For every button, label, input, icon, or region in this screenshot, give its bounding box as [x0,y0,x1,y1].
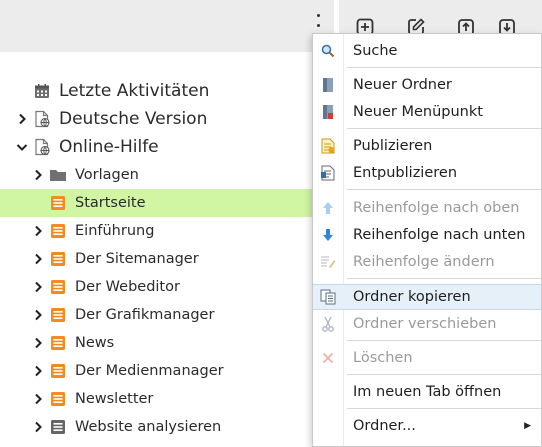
tree-item-der-sitemanager[interactable]: Der Sitemanager [0,245,334,273]
page-icon [49,362,67,380]
menu-item-label: Reihenfolge nach oben [353,200,520,216]
menu-item-reihenfolge-aendern[interactable]: Reihenfolge ändern [313,249,541,275]
tree-item-label: Website analysieren [75,419,222,435]
tree-item-label: News [75,335,115,351]
tree-item-label: Der Sitemanager [75,251,199,267]
menu-item-label: Ordner verschieben [353,316,497,332]
tree-item-label: Startseite [75,195,146,211]
menu-item-label: Reihenfolge ändern [353,254,495,270]
menu-item-suche[interactable]: Suche [313,38,541,64]
menu-item-label: Neuer Menüpunkt [353,104,483,120]
chevron-right-icon[interactable] [31,420,45,434]
chevron-down-icon[interactable] [15,140,29,154]
tree-item-einfuehrung[interactable]: Einführung [0,217,334,245]
menu-item-label: Reihenfolge nach unten [353,227,526,243]
chevron-right-icon[interactable] [31,252,45,266]
tree-item-der-grafikmanager[interactable]: Der Grafikmanager [0,301,334,329]
menu-item-label: Publizieren [353,138,433,154]
folder-icon [49,166,67,184]
tree-item-news[interactable]: News [0,329,334,357]
menu-item-reihenfolge-nach-unten[interactable]: Reihenfolge nach unten [313,222,541,248]
menu-item-label: Entpublizieren [353,165,458,181]
web-page-icon [33,138,51,156]
chevron-right-icon[interactable] [31,364,45,378]
new-menu-item-icon [320,104,336,120]
chevron-right-icon[interactable] [31,336,45,350]
menu-item-loeschen[interactable]: Löschen [313,345,541,371]
tree-item-deutsche-version[interactable]: Deutsche Version [0,105,334,133]
chevron-right-icon[interactable] [31,224,45,238]
tree-item-label: Online-Hilfe [59,137,159,157]
chevron-right-icon[interactable] [31,280,45,294]
menu-item-label: Löschen [353,350,413,366]
search-icon [320,43,336,59]
menu-item-im-neuen-tab-oeffnen[interactable]: Im neuen Tab öffnen [313,379,541,405]
menu-item-reihenfolge-nach-oben[interactable]: Reihenfolge nach oben [313,195,541,221]
new-folder-icon [320,77,336,93]
chevron-right-icon[interactable] [31,392,45,406]
menu-item-label: Ordner... [353,418,416,434]
menu-item-ordner-submenu[interactable]: Ordner... ▶ [313,413,541,439]
page-icon [49,334,67,352]
menu-item-label: Neuer Ordner [353,77,452,93]
tree-item-label: Der Webeditor [75,279,180,295]
page-icon [49,194,67,212]
chevron-right-icon[interactable] [15,112,29,126]
chevron-right-icon[interactable] [31,168,45,182]
menu-separator [347,374,541,375]
tree-item-letzte-aktivitaeten[interactable]: Letzte Aktivitäten [0,77,334,105]
menu-separator [347,128,541,129]
page-icon [49,306,67,324]
menu-item-ordner-kopieren[interactable]: Ordner kopieren [313,284,541,310]
tree-item-der-medienmanager[interactable]: Der Medienmanager [0,357,334,385]
page-icon [49,250,67,268]
toolbar-left [0,0,334,52]
tree-item-label: Letzte Aktivitäten [59,81,210,101]
tree-item-label: Der Medienmanager [75,363,224,379]
submenu-arrow-icon: ▶ [524,421,531,431]
tree-item-label: Newsletter [75,391,154,407]
menu-item-label: Im neuen Tab öffnen [353,384,502,400]
menu-separator [347,189,541,190]
web-page-icon [33,110,51,128]
menu-separator [347,408,541,409]
menu-item-label: Ordner kopieren [353,289,471,305]
tree-item-website-analysieren[interactable]: Website analysieren [0,413,334,441]
tree-item-online-hilfe[interactable]: Online-Hilfe [0,133,334,161]
menu-item-entpublizieren[interactable]: Entpublizieren [313,160,541,186]
tree-item-startseite[interactable]: Startseite [0,189,318,217]
unpublish-icon [320,165,336,181]
arrow-up-icon [320,200,336,216]
chevron-right-icon[interactable] [31,308,45,322]
context-menu: Suche Neuer Ordner Neuer Menüpunkt Publi… [312,33,542,447]
table-icon [49,418,67,436]
tree-item-der-webeditor[interactable]: Der Webeditor [0,273,334,301]
cut-icon [320,316,336,332]
tree-item-label: Der Grafikmanager [75,307,215,323]
page-icon [49,278,67,296]
menu-item-neuer-menuepunkt[interactable]: Neuer Menüpunkt [313,99,541,125]
tree-item-label: Deutsche Version [59,109,208,129]
menu-item-ordner-verschieben[interactable]: Ordner verschieben [313,311,541,337]
arrow-down-icon [320,227,336,243]
menu-item-label: Suche [353,43,398,59]
tree-item-label: Einführung [75,223,155,239]
menu-item-neuer-ordner[interactable]: Neuer Ordner [313,72,541,98]
tree-item-newsletter[interactable]: Newsletter [0,385,334,413]
page-icon [49,390,67,408]
tree-item-label: Vorlagen [75,167,139,183]
menu-separator [347,340,541,341]
page-icon [49,222,67,240]
copy-icon [320,289,336,305]
delete-icon [320,350,336,366]
menu-separator [347,67,541,68]
calendar-icon [33,82,51,100]
reorder-icon [320,254,336,270]
tree-item-vorlagen[interactable]: Vorlagen [0,161,334,189]
publish-icon [320,138,336,154]
menu-item-publizieren[interactable]: Publizieren [313,133,541,159]
menu-separator [347,278,541,279]
